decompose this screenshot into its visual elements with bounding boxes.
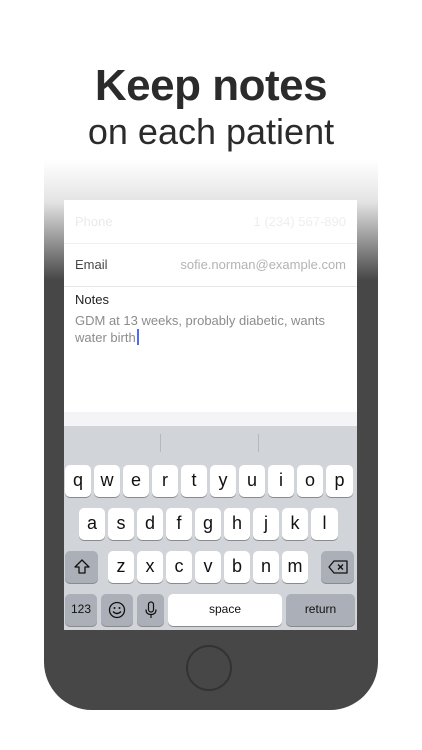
- keyboard: q w e r t y u i o p a s d f g h j k l z …: [64, 412, 357, 630]
- key-q[interactable]: q: [65, 465, 91, 497]
- key-t[interactable]: t: [181, 465, 207, 497]
- key-h[interactable]: h: [224, 508, 250, 540]
- key-p[interactable]: p: [326, 465, 353, 497]
- key-b[interactable]: b: [224, 551, 250, 583]
- headline: Keep notes on each patient: [0, 60, 422, 154]
- key-o[interactable]: o: [297, 465, 323, 497]
- suggestion-bar: [64, 426, 357, 456]
- key-x[interactable]: x: [137, 551, 163, 583]
- emoji-icon: [108, 601, 126, 618]
- key-f[interactable]: f: [166, 508, 192, 540]
- phone-label: Phone: [75, 214, 113, 229]
- numbers-key[interactable]: 123: [65, 594, 97, 626]
- headline-line-2: on each patient: [87, 111, 335, 152]
- email-value[interactable]: sofie.norman@example.com: [180, 257, 346, 272]
- key-s[interactable]: s: [108, 508, 134, 540]
- key-l[interactable]: l: [311, 508, 338, 540]
- backspace-icon: [327, 559, 348, 574]
- suggestion-divider: [160, 434, 161, 452]
- notes-text: GDM at 13 weeks, probably diabetic, want…: [75, 313, 326, 345]
- headline-line-1: Keep notes: [94, 61, 328, 110]
- phone-field-row[interactable]: Phone 1 (234) 567-890: [64, 200, 357, 244]
- suggestion-divider: [258, 434, 259, 452]
- home-button[interactable]: [186, 645, 232, 691]
- key-m[interactable]: m: [282, 551, 308, 583]
- key-i[interactable]: i: [268, 465, 294, 497]
- key-a[interactable]: a: [79, 508, 105, 540]
- key-j[interactable]: j: [253, 508, 279, 540]
- key-e[interactable]: e: [123, 465, 149, 497]
- email-field-row[interactable]: Email sofie.norman@example.com: [64, 243, 357, 287]
- email-label: Email: [75, 257, 108, 272]
- text-cursor: [136, 329, 139, 345]
- key-d[interactable]: d: [137, 508, 163, 540]
- microphone-icon: [144, 601, 157, 618]
- notes-field[interactable]: Notes GDM at 13 weeks, probably diabetic…: [64, 286, 357, 412]
- key-c[interactable]: c: [166, 551, 192, 583]
- key-r[interactable]: r: [152, 465, 178, 497]
- key-g[interactable]: g: [195, 508, 221, 540]
- emoji-key[interactable]: [101, 594, 133, 626]
- key-y[interactable]: y: [210, 465, 236, 497]
- notes-label: Notes: [75, 292, 109, 307]
- keyboard-top-bar: [64, 412, 357, 426]
- key-z[interactable]: z: [108, 551, 134, 583]
- notes-textarea[interactable]: GDM at 13 weeks, probably diabetic, want…: [75, 312, 345, 346]
- key-n[interactable]: n: [253, 551, 279, 583]
- space-key[interactable]: space: [168, 594, 282, 626]
- shift-icon: [73, 559, 90, 574]
- return-key[interactable]: return: [286, 594, 355, 626]
- backspace-key[interactable]: [321, 551, 354, 583]
- key-k[interactable]: k: [282, 508, 308, 540]
- key-w[interactable]: w: [94, 465, 120, 497]
- key-u[interactable]: u: [239, 465, 265, 497]
- shift-key[interactable]: [65, 551, 98, 583]
- key-v[interactable]: v: [195, 551, 221, 583]
- dictation-key[interactable]: [137, 594, 164, 626]
- phone-value[interactable]: 1 (234) 567-890: [253, 214, 346, 229]
- phone-screen: Phone 1 (234) 567-890 Email sofie.norman…: [64, 200, 357, 630]
